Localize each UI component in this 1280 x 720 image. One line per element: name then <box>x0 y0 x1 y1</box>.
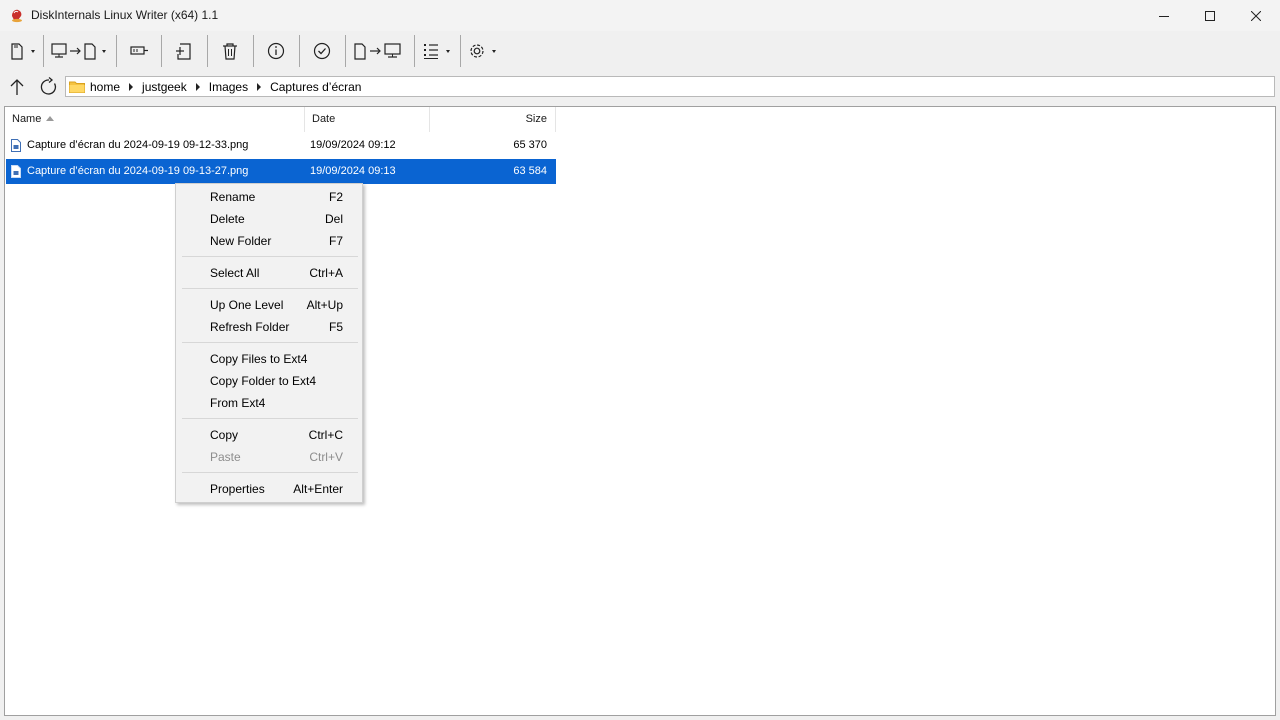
toolbar-separator <box>116 35 117 67</box>
close-icon <box>1251 10 1261 21</box>
settings-button[interactable] <box>467 37 501 65</box>
column-divider[interactable] <box>555 107 556 132</box>
breadcrumb-home[interactable]: home <box>90 80 120 94</box>
gear-icon <box>470 44 496 58</box>
drive-to-computer-button[interactable] <box>352 37 408 65</box>
toolbar-separator <box>414 35 415 67</box>
refresh-button[interactable] <box>37 75 61 99</box>
menu-separator <box>182 418 358 419</box>
list-view-icon <box>424 44 450 59</box>
trash-icon <box>223 43 237 60</box>
menu-item-properties[interactable]: Properties Alt+Enter <box>176 478 362 500</box>
view-mode-button[interactable] <box>421 37 455 65</box>
menu-separator <box>182 256 358 257</box>
path-bar[interactable]: home justgeek Images Captures d’écran <box>65 76 1275 97</box>
breadcrumb-justgeek[interactable]: justgeek <box>142 80 187 94</box>
toolbar-separator <box>299 35 300 67</box>
breadcrumb-separator-icon <box>257 83 262 91</box>
menu-item-select-all[interactable]: Select All Ctrl+A <box>176 262 362 284</box>
menu-item-paste: Paste Ctrl+V <box>210 450 343 464</box>
breadcrumb: home justgeek Images Captures d’écran <box>90 79 361 95</box>
check-button[interactable] <box>309 37 335 65</box>
toolbar-separator <box>345 35 346 67</box>
drive-arrow-computer-icon <box>354 43 401 60</box>
file-row-selected[interactable]: Capture d’écran du 2024-09-19 09-13-27.p… <box>6 159 556 184</box>
menu-separator <box>182 288 358 289</box>
menu-item-refresh-folder[interactable]: Refresh Folder F5 <box>176 316 362 338</box>
menu-item-new-folder[interactable]: New Folder F7 <box>176 230 362 252</box>
properties-button[interactable] <box>263 37 289 65</box>
maximize-icon <box>1205 10 1215 21</box>
delete-button[interactable] <box>217 37 243 65</box>
close-button[interactable] <box>1233 0 1279 31</box>
toolbar-separator <box>43 35 44 67</box>
toolbar-separator <box>253 35 254 67</box>
folder-icon <box>69 81 85 93</box>
breadcrumb-separator-icon <box>129 83 134 91</box>
minimize-button[interactable] <box>1141 0 1187 31</box>
new-folder-icon <box>176 43 191 60</box>
file-name: Capture d’écran du 2024-09-19 09-12-33.p… <box>27 139 249 151</box>
file-size: 65 370 <box>513 139 547 151</box>
image-file-icon <box>11 139 21 152</box>
app-window: DiskInternals Linux Writer (x64) 1.1 hom… <box>0 0 1280 720</box>
app-logo-icon <box>12 9 22 23</box>
file-size: 63 584 <box>513 165 547 177</box>
toolbar <box>0 31 1280 71</box>
menu-item-up-one-level[interactable]: Up One Level Alt+Up <box>176 294 362 316</box>
sort-ascending-icon <box>46 116 55 121</box>
sd-card-icon <box>11 43 35 60</box>
drive-dropdown-button[interactable] <box>8 37 40 65</box>
breadcrumb-images[interactable]: Images <box>209 80 248 94</box>
menu-item-delete[interactable]: Delete Del <box>176 208 362 230</box>
menu-item-from-ext4[interactable]: From Ext4 <box>176 392 362 414</box>
window-title: DiskInternals Linux Writer (x64) 1.1 <box>31 8 219 22</box>
menu-item-copy-files-to-ext4[interactable]: Copy Files to Ext4 <box>176 348 362 370</box>
new-folder-button[interactable] <box>171 37 197 65</box>
computer-to-drive-button[interactable] <box>50 37 112 65</box>
file-row[interactable]: Capture d’écran du 2024-09-19 09-12-33.p… <box>6 133 556 158</box>
menu-separator <box>182 472 358 473</box>
context-menu: Rename F2 Delete Del New Folder F7 Selec… <box>175 183 363 503</box>
toolbar-separator <box>207 35 208 67</box>
mount-image-button[interactable] <box>126 37 152 65</box>
file-date: 19/09/2024 09:12 <box>310 139 396 151</box>
refresh-icon <box>40 77 57 95</box>
toolbar-separator <box>460 35 461 67</box>
maximize-button[interactable] <box>1187 0 1233 31</box>
menu-separator <box>182 342 358 343</box>
navigation-bar: home justgeek Images Captures d’écran <box>0 73 1280 101</box>
arrow-up-icon <box>10 79 24 95</box>
file-date: 19/09/2024 09:13 <box>310 165 396 177</box>
breadcrumb-separator-icon <box>195 83 200 91</box>
menu-item-copy[interactable]: Copy Ctrl+C <box>176 424 362 446</box>
up-button[interactable] <box>5 75 29 99</box>
image-file-icon <box>11 165 21 178</box>
computer-arrow-drive-icon <box>51 43 106 60</box>
title-bar: DiskInternals Linux Writer (x64) 1.1 <box>0 0 1280 31</box>
column-header-size[interactable]: Size <box>430 107 556 132</box>
menu-item-rename[interactable]: Rename F2 <box>176 186 362 208</box>
menu-item-copy-folder-to-ext4[interactable]: Copy Folder to Ext4 <box>176 370 362 392</box>
toolbar-separator <box>161 35 162 67</box>
breadcrumb-captures[interactable]: Captures d’écran <box>270 80 361 94</box>
minimize-icon <box>1159 15 1169 17</box>
check-circle-icon <box>313 42 331 60</box>
mount-icon <box>130 46 148 55</box>
column-header-date[interactable]: Date <box>305 107 430 132</box>
file-name: Capture d’écran du 2024-09-19 09-13-27.p… <box>27 165 249 177</box>
info-icon <box>267 42 285 60</box>
column-header-name[interactable]: Name <box>5 107 305 132</box>
